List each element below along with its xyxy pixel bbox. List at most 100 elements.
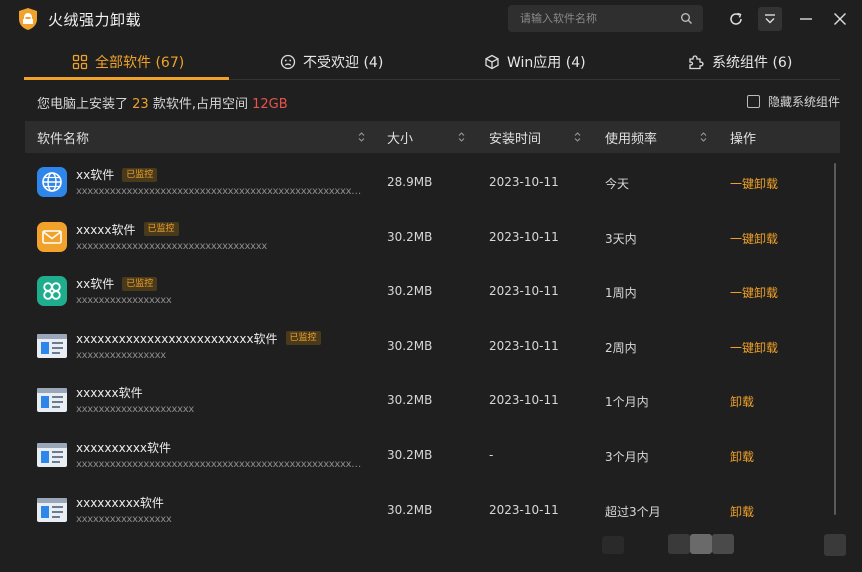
puzzle-icon (689, 55, 704, 70)
monitored-badge: 已监控 (143, 222, 179, 237)
tab-all-software[interactable]: 全部软件 (67) (72, 44, 184, 80)
uninstall-button[interactable]: 卸载 (730, 393, 754, 410)
sort-icon[interactable] (574, 131, 581, 143)
search-input[interactable] (508, 5, 678, 32)
sad-face-icon (280, 54, 296, 70)
table-row[interactable]: xxxxxx软件 xxxxxxxxxxxxxxxxxxxxx 30.2MB 20… (25, 373, 833, 428)
software-size: 30.2MB (387, 229, 433, 244)
refresh-icon (730, 12, 742, 25)
hide-system-checkbox[interactable] (747, 95, 760, 108)
search-icon[interactable] (680, 12, 693, 25)
column-header-action: 操作 (730, 131, 757, 147)
one-click-uninstall-button[interactable]: 一键卸载 (730, 339, 778, 356)
software-size: 30.2MB (387, 393, 433, 408)
hide-system-components-toggle[interactable]: 隐藏系统组件 (747, 93, 840, 110)
usage-frequency: 1周内 (605, 286, 637, 301)
blurred-region (690, 534, 712, 554)
app-title: 火绒强力卸载 (48, 11, 142, 29)
software-size: 28.9MB (387, 175, 433, 189)
software-size: 30.2MB (387, 338, 433, 353)
install-date: 2023-10-11 (489, 229, 559, 244)
sort-icon[interactable] (458, 131, 465, 143)
software-name: xxxxxxxxxx软件 (76, 441, 172, 455)
globe-icon (37, 167, 67, 197)
one-click-uninstall-button[interactable]: 一键卸载 (730, 230, 778, 247)
software-count: 23 (132, 97, 149, 112)
tab-unwelcome[interactable]: 不受欢迎 (4) (280, 44, 383, 80)
usage-frequency: 1个月内 (605, 395, 649, 410)
install-path: xxxxxxxxxxxxxxxxxxxxx (76, 404, 194, 416)
software-name: xxxxx软件 (76, 222, 136, 237)
window-icon (37, 333, 67, 358)
window-icon (37, 388, 67, 413)
install-path: xxxxxxxxxxxxxxxxxxxxxxxxxxxxxxxxxxxxxxxx… (76, 459, 366, 470)
search-box[interactable] (508, 5, 703, 32)
column-header-install-time[interactable]: 安装时间 (489, 121, 541, 153)
one-click-uninstall-button[interactable]: 一键卸载 (730, 175, 778, 192)
software-size: 30.2MB (387, 448, 433, 462)
software-size: 30.2MB (387, 502, 433, 517)
column-header-frequency[interactable]: 使用频率 (605, 121, 657, 153)
uninstall-button[interactable]: 卸载 (730, 503, 754, 520)
sort-icon[interactable] (700, 131, 707, 143)
tab-label: 不受欢迎 (4) (303, 55, 384, 71)
column-header-name[interactable]: 软件名称 (37, 121, 89, 153)
column-header-size[interactable]: 大小 (387, 121, 413, 153)
monitored-badge: 已监控 (122, 276, 158, 291)
software-size: 30.2MB (387, 284, 433, 299)
software-name: xxxxxx软件 (76, 386, 143, 401)
category-tabs: 全部软件 (67) 不受欢迎 (4) Win应用 (4) 系统组件 (6) (24, 44, 840, 80)
dropdown-menu-icon (765, 14, 775, 24)
blurred-region (602, 536, 624, 554)
tab-label: 系统组件 (6) (712, 55, 793, 71)
blurred-region (712, 534, 734, 554)
huorong-logo-icon (19, 8, 37, 30)
install-date: - (489, 448, 494, 462)
table-row[interactable]: xxxxxxxxxxxxxxxxxxxxxxxxx软件 已监控 xxxxxxxxx… (25, 319, 833, 374)
tab-system-components[interactable]: 系统组件 (6) (688, 44, 792, 80)
usage-frequency: 3个月内 (605, 450, 649, 464)
vertical-scrollbar[interactable] (834, 163, 836, 515)
close-button[interactable] (828, 7, 852, 31)
blurred-region (824, 534, 846, 556)
install-path: xxxxxxxxxxxxxxxxxxxxxxxxxxxxxxxxxxxxxxxx… (76, 186, 366, 197)
uninstall-button[interactable]: 卸载 (730, 448, 754, 465)
clover-icon (37, 276, 67, 307)
install-path: xxxxxxxxxxxxxxxxx (76, 513, 172, 525)
minimize-button[interactable] (794, 7, 818, 31)
close-icon (834, 13, 846, 25)
table-row[interactable]: xx软件 已监控 xxxxxxxxxxxxxxxxx 30.2MB 2023-10… (25, 264, 833, 319)
blurred-region (668, 534, 690, 554)
window-icon (37, 497, 67, 522)
table-row[interactable]: xxxxxxxxx软件 xxxxxxxxxxxxxxxxx 30.2MB 202… (25, 483, 833, 538)
active-tab-indicator (24, 77, 229, 80)
table-row[interactable]: xxxxxxxxxx软件 xxxxxxxxxxxxxxxxxxxxxxxxxxx… (25, 428, 833, 483)
usage-frequency: 超过3个月 (605, 504, 661, 519)
install-date: 2023-10-11 (489, 175, 559, 189)
monitored-badge: 已监控 (122, 167, 158, 182)
menu-button[interactable] (758, 7, 782, 31)
usage-frequency: 今天 (605, 177, 630, 191)
grid-icon (72, 54, 88, 70)
software-name: xxxxxxxxxxxxxxxxxxxxxxxxx软件 (76, 331, 278, 346)
software-name: xx软件 (76, 168, 115, 182)
table-row[interactable]: xx软件 已监控 xxxxxxxxxxxxxxxxxxxxxxxxxxxxxxxx… (25, 155, 833, 210)
minimize-icon (800, 18, 812, 20)
table-row[interactable]: xxxxx软件 已监控 xxxxxxxxxxxxxxxxxxxxxxxxxxxxx… (25, 210, 833, 265)
table-header: 软件名称 大小 安装时间 使用频率 操作 (25, 121, 840, 153)
tab-label: Win应用 (4) (507, 55, 586, 71)
title-bar: 火绒强力卸载 (0, 0, 862, 38)
cube-icon (485, 54, 499, 70)
install-date: 2023-10-11 (489, 502, 559, 517)
usage-frequency: 2周内 (605, 340, 637, 355)
disk-usage: 12GB (252, 97, 288, 112)
install-path: xxxxxxxxxxxxxxxx (76, 349, 166, 361)
sort-icon[interactable] (358, 131, 365, 143)
install-path: xxxxxxxxxxxxxxxxx (76, 295, 172, 307)
tab-label: 全部软件 (67) (95, 55, 185, 71)
tab-win-apps[interactable]: Win应用 (4) (484, 44, 586, 80)
monitored-badge: 已监控 (285, 331, 321, 346)
install-date: 2023-10-11 (489, 338, 559, 353)
refresh-button[interactable] (724, 7, 748, 31)
one-click-uninstall-button[interactable]: 一键卸载 (730, 284, 778, 301)
